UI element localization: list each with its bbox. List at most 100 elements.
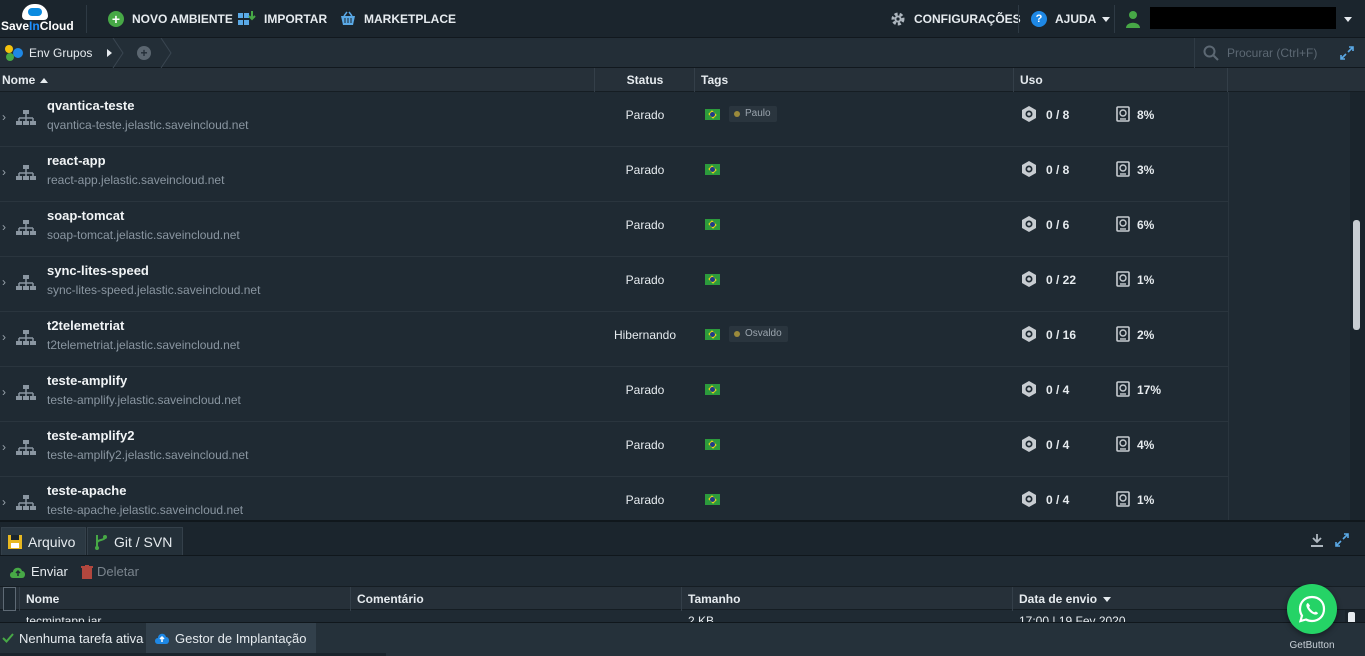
environment-domain[interactable]: qvantica-teste.jelastic.saveincloud.net <box>47 118 248 132</box>
delete-label: Deletar <box>97 564 139 579</box>
chevron-right-icon[interactable]: › <box>2 440 6 454</box>
chevron-right-icon[interactable]: › <box>2 330 6 344</box>
expand-icon[interactable] <box>1335 533 1349 547</box>
tag-badge[interactable]: Paulo <box>729 106 777 122</box>
brazil-flag-icon <box>705 494 720 505</box>
column-header-usage[interactable]: Uso <box>1020 68 1043 92</box>
cloudlet-icon <box>1020 435 1038 453</box>
disk-usage: 17% <box>1137 383 1162 397</box>
environment-domain[interactable]: teste-amplify.jelastic.saveincloud.net <box>47 393 241 407</box>
brazil-flag-icon <box>705 219 720 230</box>
table-row[interactable]: › sync-lites-speed sync-lites-speed.jela… <box>0 257 1228 312</box>
chevron-right-icon[interactable]: › <box>2 220 6 234</box>
help-icon: ? <box>1031 11 1047 27</box>
settings-button[interactable]: CONFIGURAÇÕES <box>890 0 1021 38</box>
brazil-flag-icon <box>705 439 720 450</box>
environment-status: Parado <box>625 108 665 122</box>
active-tasks-status[interactable]: Nenhuma tarefa ativa <box>2 623 143 653</box>
environment-topology-icon <box>16 329 36 347</box>
column-header-status[interactable]: Status <box>595 68 695 92</box>
cloudlet-icon <box>1020 270 1038 288</box>
chevron-right-icon[interactable]: › <box>2 385 6 399</box>
table-row[interactable]: › qvantica-teste qvantica-teste.jelastic… <box>0 92 1228 147</box>
disk-usage: 1% <box>1137 273 1155 287</box>
environment-name[interactable]: teste-amplify <box>47 373 127 388</box>
environment-topology-icon <box>16 384 36 402</box>
environment-name[interactable]: teste-amplify2 <box>47 428 134 443</box>
disk-icon <box>1116 161 1130 177</box>
new-environment-button[interactable]: + NOVO AMBIENTE <box>108 0 233 38</box>
brazil-flag-icon <box>705 109 720 120</box>
environment-name[interactable]: soap-tomcat <box>47 208 124 223</box>
chevron-right-icon[interactable]: › <box>2 275 6 289</box>
marketplace-button[interactable]: MARKETPLACE <box>340 0 456 38</box>
environment-domain[interactable]: sync-lites-speed.jelastic.saveincloud.ne… <box>47 283 260 297</box>
environment-domain[interactable]: teste-amplify2.jelastic.saveincloud.net <box>47 448 248 462</box>
chevron-right-icon[interactable]: › <box>2 495 6 509</box>
download-icon[interactable] <box>1310 533 1324 547</box>
environment-domain[interactable]: react-app.jelastic.saveincloud.net <box>47 173 224 187</box>
chevron-right-icon[interactable]: › <box>2 165 6 179</box>
column-header-upload-date[interactable]: Data de envio <box>1019 587 1112 611</box>
environment-domain[interactable]: teste-apache.jelastic.saveincloud.net <box>47 503 243 517</box>
user-account-field[interactable] <box>1150 7 1336 29</box>
cloudlets-usage: 0 / 6 <box>1046 218 1070 232</box>
disk-usage: 1% <box>1137 493 1155 507</box>
table-row[interactable]: › teste-apache teste-apache.jelastic.sav… <box>0 477 1228 520</box>
chevron-right-icon[interactable]: › <box>2 110 6 124</box>
delete-button[interactable]: Deletar <box>81 564 139 579</box>
table-row[interactable]: › teste-amplify2 teste-amplify2.jelastic… <box>0 422 1228 477</box>
cloudlet-icon <box>1020 490 1038 508</box>
cloud-logo-icon <box>22 4 48 20</box>
table-row[interactable]: › t2telemetriat t2telemetriat.jelastic.s… <box>0 312 1228 367</box>
env-groups-label[interactable]: Env Grupos <box>29 46 92 60</box>
tab-git-svn[interactable]: Git / SVN <box>87 527 184 555</box>
deployment-manager-button[interactable]: Gestor de Implantação <box>146 623 316 653</box>
basket-icon <box>340 11 356 27</box>
send-button[interactable]: Enviar <box>9 564 68 579</box>
environment-domain[interactable]: t2telemetriat.jelastic.saveincloud.net <box>47 338 240 352</box>
whatsapp-icon <box>1298 595 1326 623</box>
column-header-name[interactable]: Nome <box>2 68 49 92</box>
cloudlets-usage: 0 / 8 <box>1046 108 1070 122</box>
help-button[interactable]: ? AJUDA <box>1031 0 1111 38</box>
scrollbar-thumb[interactable] <box>1353 220 1360 330</box>
environment-name[interactable]: sync-lites-speed <box>47 263 149 278</box>
status-bar: Nenhuma tarefa ativa Gestor de Implantaç… <box>0 622 1365 656</box>
environment-name[interactable]: react-app <box>47 153 106 168</box>
saveincloud-logo[interactable]: SaveInCloud <box>0 2 76 36</box>
expand-icon[interactable] <box>1340 46 1354 60</box>
tab-git-label: Git / SVN <box>114 533 173 550</box>
environment-status: Parado <box>625 493 665 507</box>
environment-name[interactable]: qvantica-teste <box>47 98 134 113</box>
disk-icon <box>1116 216 1130 232</box>
cloudlets-usage: 0 / 4 <box>1046 438 1070 452</box>
archive-table-header: Nome Comentário Tamanho Data de envio <box>0 586 1365 611</box>
select-all-checkbox[interactable] <box>3 587 16 611</box>
environment-topology-icon <box>16 439 36 457</box>
env-table-header: Nome Status Tags Uso <box>0 68 1365 92</box>
column-header-file-name[interactable]: Nome <box>26 587 59 611</box>
column-header-tags[interactable]: Tags <box>701 68 728 92</box>
environment-name[interactable]: teste-apache <box>47 483 126 498</box>
column-header-size[interactable]: Tamanho <box>688 587 740 611</box>
column-header-comment[interactable]: Comentário <box>357 587 424 611</box>
environment-domain[interactable]: soap-tomcat.jelastic.saveincloud.net <box>47 228 240 242</box>
tag-badge[interactable]: Osvaldo <box>729 326 788 342</box>
search-input[interactable]: Procurar (Ctrl+F) <box>1194 38 1331 68</box>
add-group-button[interactable]: + <box>137 46 151 60</box>
user-menu-button[interactable] <box>1338 0 1352 38</box>
new-environment-label: NOVO AMBIENTE <box>132 12 233 26</box>
help-label: AJUDA <box>1055 12 1097 26</box>
cloudlet-icon <box>1020 380 1038 398</box>
import-label: IMPORTAR <box>264 12 328 26</box>
settings-label: CONFIGURAÇÕES <box>914 12 1021 26</box>
tab-archive[interactable]: Arquivo <box>1 527 87 555</box>
cloudlets-usage: 0 / 4 <box>1046 383 1070 397</box>
table-row[interactable]: › react-app react-app.jelastic.saveinclo… <box>0 147 1228 202</box>
table-row[interactable]: › soap-tomcat soap-tomcat.jelastic.savei… <box>0 202 1228 257</box>
whatsapp-button[interactable] <box>1287 584 1337 634</box>
table-row[interactable]: › teste-amplify teste-amplify.jelastic.s… <box>0 367 1228 422</box>
import-button[interactable]: IMPORTAR <box>238 0 327 38</box>
environment-name[interactable]: t2telemetriat <box>47 318 124 333</box>
